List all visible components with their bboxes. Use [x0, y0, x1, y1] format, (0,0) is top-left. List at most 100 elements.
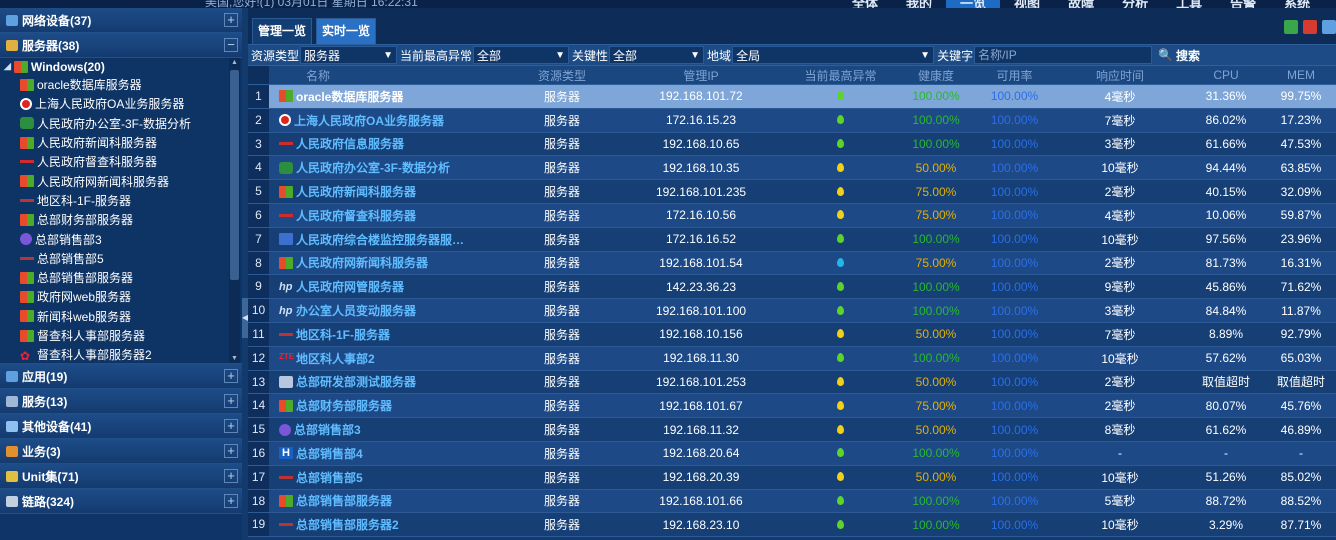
table-row[interactable]: 17 总部销售部5 服务器 192.168.20.39 50.00% 100.00% 10毫…	[248, 465, 1336, 490]
resource-name-text[interactable]: 总部财务部服务器	[296, 397, 392, 414]
col-header-type[interactable]: 资源类型	[506, 67, 618, 84]
criticality-select[interactable]: 全部 ▼	[609, 46, 705, 64]
resource-name-text[interactable]: 人民政府综合楼监控服务器服…	[296, 231, 464, 248]
expand-triangle-icon[interactable]: ◢	[4, 61, 11, 72]
resource-name-text[interactable]: 办公室人员变动服务器	[296, 302, 416, 319]
resource-name-text[interactable]: 上海人民政府OA业务服务器	[294, 112, 444, 129]
col-header-health[interactable]: 健康度	[897, 67, 975, 84]
col-header-mem[interactable]: MEM	[1266, 68, 1336, 82]
resource-name-text[interactable]: 总部销售部3	[294, 421, 361, 438]
tree-item[interactable]: 新闻科web服务器	[0, 307, 242, 326]
tree-root-windows[interactable]: ◢ Windows(20)	[0, 58, 242, 75]
table-row[interactable]: 16 H 总部销售部4 服务器 192.168.20.64 100.00% 100.00% -…	[248, 441, 1336, 466]
category-top-1[interactable]: 服务器(38) −	[0, 33, 242, 58]
help-icon[interactable]	[1322, 20, 1336, 34]
resource-name-link[interactable]: 总部财务部服务器	[269, 397, 506, 414]
resource-name-text[interactable]: 总部销售部服务器	[296, 492, 392, 509]
resource-name-text[interactable]: 总部销售部5	[296, 469, 363, 486]
resource-name-text[interactable]: 地区科人事部2	[296, 350, 375, 367]
tree-item[interactable]: 总部销售部服务器	[0, 268, 242, 287]
resource-name-link[interactable]: 人民政府综合楼监控服务器服…	[269, 231, 506, 248]
resource-name-link[interactable]: hp 办公室人员变动服务器	[269, 302, 506, 319]
resource-name-link[interactable]: H 总部销售部4	[269, 445, 506, 462]
table-row[interactable]: 12 ZTE 地区科人事部2 服务器 192.168.11.30 100.00% 100.0…	[248, 346, 1336, 371]
nav-item-1[interactable]: 我的	[892, 0, 946, 8]
resource-name-text[interactable]: 人民政府网新闻科服务器	[296, 254, 428, 271]
resource-name-text[interactable]: oracle数据库服务器	[296, 88, 403, 105]
tree-item[interactable]: 总部销售部5	[0, 249, 242, 268]
resource-name-link[interactable]: 人民政府新闻科服务器	[269, 183, 506, 200]
nav-item-8[interactable]: 系统	[1270, 0, 1324, 8]
resource-name-link[interactable]: 人民政府督查科服务器	[269, 207, 506, 224]
scroll-up-icon[interactable]: ▲	[229, 58, 240, 68]
scroll-thumb[interactable]	[230, 70, 239, 280]
excel-export-icon[interactable]	[1284, 20, 1298, 34]
tree-item[interactable]: 人民政府督查科服务器	[0, 152, 242, 171]
resource-name-link[interactable]: 总部销售部服务器2	[269, 516, 506, 533]
tree-item[interactable]: 人民政府办公室-3F-数据分析	[0, 114, 242, 133]
category-bottom-3[interactable]: 业务(3) +	[0, 439, 242, 464]
category-bottom-1[interactable]: 服务(13) +	[0, 389, 242, 414]
resource-name-text[interactable]: 人民政府信息服务器	[296, 135, 404, 152]
tree-item[interactable]: 政府网web服务器	[0, 287, 242, 306]
resource-name-link[interactable]: 总部研发部测试服务器	[269, 373, 506, 390]
resource-name-text[interactable]: 总部销售部服务器2	[296, 516, 399, 533]
pdf-export-icon[interactable]	[1303, 20, 1317, 34]
col-header-name[interactable]: 名称	[269, 67, 506, 84]
nav-item-7[interactable]: 告警	[1216, 0, 1270, 8]
resource-name-link[interactable]: 总部销售部3	[269, 421, 506, 438]
col-header-availability[interactable]: 可用率	[975, 67, 1054, 84]
nav-item-6[interactable]: 工具	[1162, 0, 1216, 8]
keyword-input[interactable]: 名称/IP	[974, 46, 1153, 64]
tab-management[interactable]: 管理一览	[252, 18, 313, 44]
expand-icon[interactable]: +	[224, 444, 238, 458]
alarm-select[interactable]: 全部 ▼	[473, 46, 570, 64]
table-row[interactable]: 7 人民政府综合楼监控服务器服… 服务器 172.16.16.52 100.00% 100…	[248, 227, 1336, 252]
expand-icon[interactable]: +	[224, 419, 238, 433]
resource-name-link[interactable]: 总部销售部5	[269, 469, 506, 486]
table-row[interactable]: 14 总部财务部服务器 服务器 192.168.101.67 75.00% 100.00%…	[248, 394, 1336, 419]
tree-item[interactable]: 总部财务部服务器	[0, 210, 242, 229]
resource-name-text[interactable]: 人民政府网管服务器	[296, 278, 404, 295]
category-bottom-5[interactable]: 链路(324) +	[0, 489, 242, 514]
col-header-ip[interactable]: 管理IP	[618, 67, 784, 84]
tree-item[interactable]: 总部销售部3	[0, 229, 242, 248]
table-row[interactable]: 2 上海人民政府OA业务服务器 服务器 172.16.15.23 100.00% 100.…	[248, 108, 1336, 133]
table-row[interactable]: 4 人民政府办公室-3F-数据分析 服务器 192.168.10.35 50.00% 10…	[248, 156, 1336, 181]
category-bottom-4[interactable]: Unit集(71) +	[0, 464, 242, 489]
resource-name-link[interactable]: 人民政府办公室-3F-数据分析	[269, 159, 506, 176]
resource-type-select[interactable]: 服务器 ▼	[300, 46, 398, 64]
table-row[interactable]: 5 人民政府新闻科服务器 服务器 192.168.101.235 75.00% 100.0…	[248, 180, 1336, 204]
region-select[interactable]: 全局 ▼	[732, 46, 935, 64]
category-bottom-2[interactable]: 其他设备(41) +	[0, 414, 242, 439]
col-header-alarm[interactable]: 当前最高异常	[784, 67, 897, 84]
nav-item-5[interactable]: 分析	[1108, 0, 1162, 8]
resource-name-text[interactable]: 人民政府督查科服务器	[296, 207, 416, 224]
tree-item[interactable]: 上海人民政府OA业务服务器	[0, 94, 242, 113]
col-header-cpu[interactable]: CPU	[1186, 68, 1266, 82]
resource-name-link[interactable]: 地区科-1F-服务器	[269, 326, 506, 343]
table-row[interactable]: 11 地区科-1F-服务器 服务器 192.168.10.156 50.00% 100.0…	[248, 322, 1336, 347]
category-bottom-0[interactable]: 应用(19) +	[0, 364, 242, 389]
nav-item-4[interactable]: 故障	[1054, 0, 1108, 8]
col-header-response[interactable]: 响应时间	[1054, 67, 1186, 84]
tree-item[interactable]: 人民政府新闻科服务器	[0, 133, 242, 152]
expand-icon[interactable]: +	[224, 13, 238, 27]
resource-name-link[interactable]: 总部销售部服务器	[269, 492, 506, 509]
resource-name-link[interactable]: oracle数据库服务器	[269, 88, 506, 105]
resource-name-link[interactable]: 人民政府信息服务器	[269, 135, 506, 152]
nav-item-2[interactable]: 一览	[946, 0, 1001, 8]
resource-name-text[interactable]: 人民政府办公室-3F-数据分析	[296, 159, 450, 176]
tree-item[interactable]: 地区科-1F-服务器	[0, 191, 242, 210]
table-row[interactable]: 9 hp 人民政府网管服务器 服务器 142.23.36.23 100.00% 100.00…	[248, 275, 1336, 300]
table-row[interactable]: 10 hp 办公室人员变动服务器 服务器 192.168.101.100 100.00% 1…	[248, 299, 1336, 323]
expand-icon[interactable]: +	[224, 469, 238, 483]
table-row[interactable]: 18 总部销售部服务器 服务器 192.168.101.66 100.00% 100.00…	[248, 489, 1336, 514]
table-row[interactable]: 15 总部销售部3 服务器 192.168.11.32 50.00% 100.00% 8毫秒…	[248, 418, 1336, 442]
scroll-down-icon[interactable]: ▼	[229, 354, 240, 363]
resource-name-text[interactable]: 总部研发部测试服务器	[296, 373, 416, 390]
table-row[interactable]: 19 总部销售部服务器2 服务器 192.168.23.10 100.00% 100.00…	[248, 513, 1336, 538]
table-row[interactable]: 13 总部研发部测试服务器 服务器 192.168.101.253 50.00% 100.…	[248, 370, 1336, 395]
collapse-icon[interactable]: −	[224, 38, 238, 52]
search-button[interactable]: 🔍 搜索	[1158, 47, 1200, 64]
